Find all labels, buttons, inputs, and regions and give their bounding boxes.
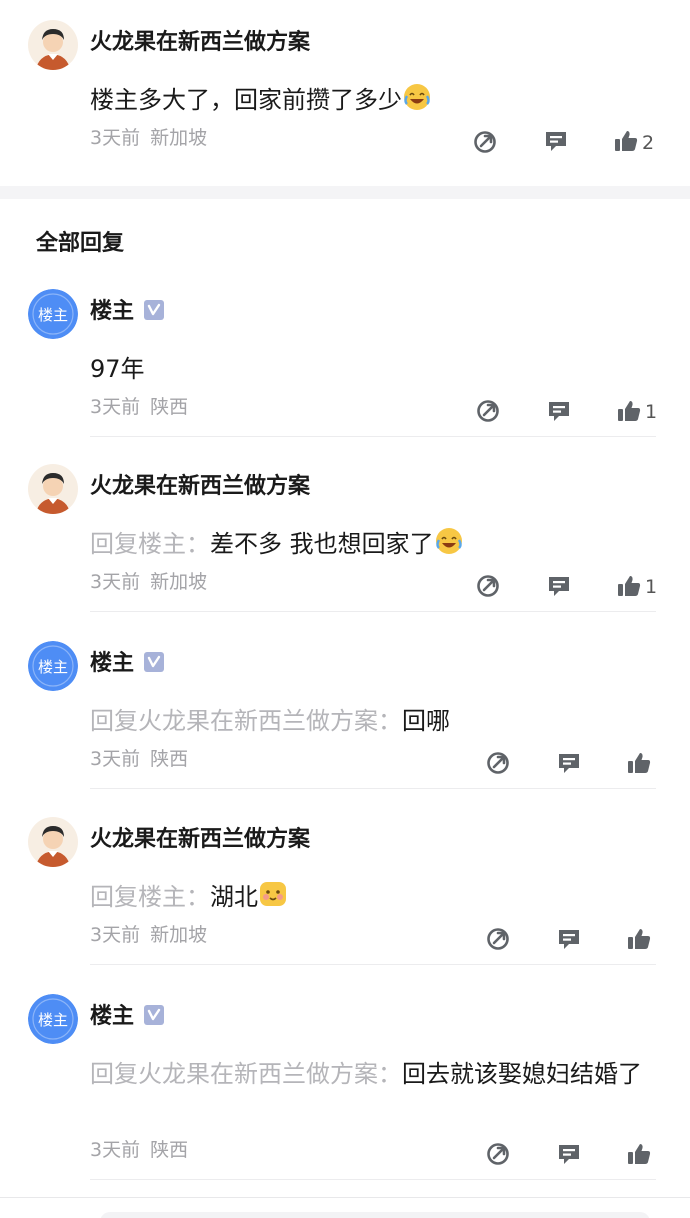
reply-text-content: 湖北: [210, 883, 258, 911]
reply-meta: 3天前 陕西: [90, 1137, 188, 1163]
svg-text:楼主: 楼主: [38, 306, 68, 324]
reply-author-name-text: 楼主: [90, 299, 135, 324]
reply-divider: [90, 964, 656, 965]
reply-author-name[interactable]: 火龙果在新西兰做方案: [90, 472, 310, 502]
reply-author-name-text: 火龙果在新西兰做方案: [90, 474, 311, 499]
reply-divider: [90, 436, 656, 437]
reply-author-name-text: 楼主: [90, 651, 135, 676]
reply-text-content: 97年: [90, 355, 145, 383]
owner-avatar[interactable]: 楼主: [28, 641, 78, 691]
reply-target-prefix[interactable]: 回复楼主：: [90, 883, 210, 911]
svg-text:楼主: 楼主: [38, 1011, 68, 1029]
share-icon[interactable]: [485, 926, 511, 952]
comment-icon[interactable]: [546, 398, 572, 424]
comment-meta: 3天前 新加坡: [90, 125, 207, 151]
reply-time: 3天前: [90, 1139, 141, 1161]
comment-text-content: 楼主多大了，回家前攒了多少: [90, 86, 402, 114]
reply-location: 新加坡: [150, 571, 208, 593]
reply-text: 回复楼主：差不多 我也想回家了: [90, 525, 650, 563]
shy-emoji-icon: [258, 879, 288, 909]
svg-text:楼主: 楼主: [38, 658, 68, 676]
share-icon[interactable]: [472, 129, 498, 155]
reply-author-name[interactable]: 楼主: [90, 649, 165, 679]
section-separator: [0, 186, 690, 199]
reply-meta: 3天前 陕西: [90, 746, 188, 772]
reply-time: 3天前: [90, 924, 141, 946]
reply-divider: [90, 788, 656, 789]
reply-text-content: 回去就该娶媳妇结婚了: [402, 1060, 642, 1088]
reply-divider: [90, 1179, 656, 1180]
reply-target-prefix[interactable]: 回复楼主：: [90, 530, 210, 558]
reply-author-name-text: 火龙果在新西兰做方案: [90, 827, 311, 852]
thumbs-up-icon[interactable]: [616, 573, 642, 599]
reply-text: 回复楼主：湖北: [90, 878, 650, 916]
reply-target-prefix[interactable]: 回复火龙果在新西兰做方案：: [90, 1060, 402, 1088]
top-comment-card: 火龙果在新西兰做方案 楼主多大了，回家前攒了多少 3天前 新加坡 2: [0, 0, 690, 186]
thumbs-up-icon[interactable]: [613, 128, 639, 154]
comment-icon[interactable]: [543, 128, 569, 154]
laugh-cry-emoji-icon: [402, 82, 432, 112]
reply-time: 3天前: [90, 748, 141, 770]
commenter-name[interactable]: 火龙果在新西兰做方案: [90, 28, 310, 58]
reply-author-name-text: 楼主: [90, 1004, 135, 1029]
comment-text: 楼主多大了，回家前攒了多少: [90, 81, 650, 119]
user-avatar[interactable]: [28, 817, 78, 867]
reply-location: 新加坡: [150, 924, 208, 946]
section-title: 全部回复: [36, 231, 125, 256]
reply-input[interactable]: [100, 1212, 650, 1218]
like-count: 1: [645, 576, 658, 598]
reply-author-name[interactable]: 火龙果在新西兰做方案: [90, 825, 310, 855]
reply-text-content: 差不多 我也想回家了: [210, 530, 434, 558]
comment-icon[interactable]: [556, 926, 582, 952]
reply-location: 陕西: [150, 748, 189, 770]
like-count: 1: [645, 401, 658, 423]
bottom-toolbar-icon[interactable]: [44, 1210, 80, 1218]
reply-time: 3天前: [90, 396, 141, 418]
verified-icon: [144, 652, 165, 672]
verified-icon: [144, 1005, 165, 1025]
verified-icon: [144, 300, 165, 320]
user-avatar[interactable]: [28, 20, 78, 70]
comment-icon[interactable]: [556, 1141, 582, 1167]
reply-text-content: 回哪: [402, 707, 450, 735]
reply-meta: 3天前 新加坡: [90, 922, 207, 948]
reply-author-name[interactable]: 楼主: [90, 297, 165, 327]
share-icon[interactable]: [485, 750, 511, 776]
laugh-cry-emoji-icon: [434, 526, 464, 556]
thumbs-up-icon[interactable]: [626, 1141, 652, 1167]
user-avatar[interactable]: [28, 464, 78, 514]
share-icon[interactable]: [485, 1141, 511, 1167]
thumbs-up-icon[interactable]: [616, 398, 642, 424]
comment-time: 3天前: [90, 127, 141, 149]
reply-location: 陕西: [150, 1139, 189, 1161]
comment-icon[interactable]: [546, 573, 572, 599]
comment-icon[interactable]: [556, 750, 582, 776]
thumbs-up-icon[interactable]: [626, 926, 652, 952]
reply-author-name[interactable]: 楼主: [90, 1002, 165, 1032]
reply-text: 97年: [90, 350, 650, 388]
like-count: 2: [642, 132, 655, 154]
reply-divider: [90, 611, 656, 612]
share-icon[interactable]: [475, 398, 501, 424]
thumbs-up-icon[interactable]: [626, 750, 652, 776]
reply-target-prefix[interactable]: 回复火龙果在新西兰做方案：: [90, 707, 402, 735]
owner-avatar[interactable]: 楼主: [28, 289, 78, 339]
owner-avatar[interactable]: 楼主: [28, 994, 78, 1044]
share-icon[interactable]: [475, 573, 501, 599]
reply-meta: 3天前 陕西: [90, 394, 188, 420]
reply-meta: 3天前 新加坡: [90, 569, 207, 595]
comment-location: 新加坡: [150, 127, 208, 149]
reply-text: 回复火龙果在新西兰做方案：回哪: [90, 702, 650, 740]
reply-location: 陕西: [150, 396, 189, 418]
reply-text: 回复火龙果在新西兰做方案：回去就该娶媳妇结婚了: [90, 1055, 650, 1093]
reply-time: 3天前: [90, 571, 141, 593]
